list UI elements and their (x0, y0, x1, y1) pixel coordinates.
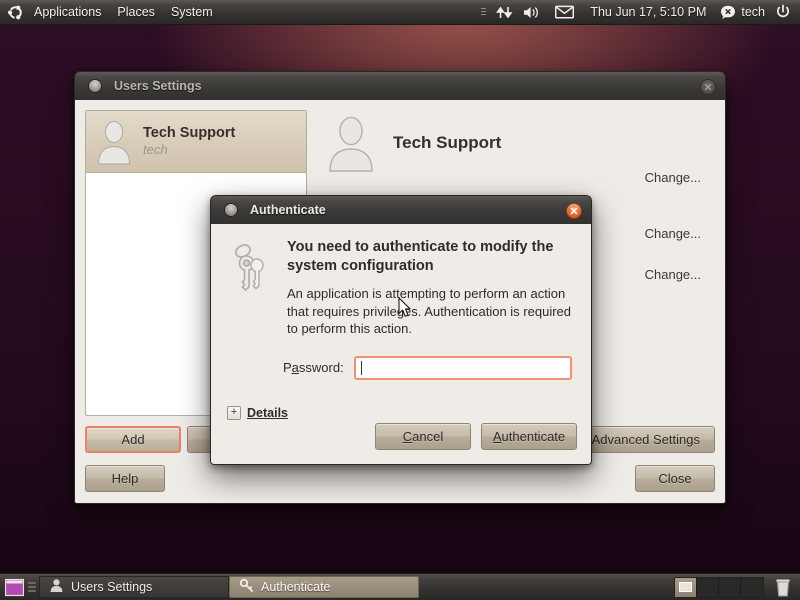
authenticate-dialog: Authenticate You need to authenticate to… (210, 195, 592, 465)
panel-username[interactable]: tech (738, 0, 769, 25)
password-row: Password: (227, 355, 575, 380)
menu-places[interactable]: Places (110, 3, 162, 22)
menu-applications[interactable]: Applications (27, 3, 108, 22)
ubuntu-logo-icon[interactable] (4, 0, 26, 25)
top-panel-tray: Thu Jun 17, 5:10 PM tech (477, 0, 800, 24)
users-window-title: Users Settings (114, 79, 202, 93)
workspace-switcher[interactable] (674, 576, 764, 598)
cancel-button[interactable]: Cancel (375, 423, 471, 450)
user-avatar-icon (94, 119, 134, 165)
add-user-button[interactable]: Add (85, 425, 181, 453)
users-settings-icon (49, 578, 64, 596)
show-desktop-icon[interactable] (3, 576, 25, 598)
panel-grip-icon (477, 0, 490, 25)
auth-dialog-text: You need to authenticate to modify the s… (287, 238, 575, 338)
auth-dialog-title: Authenticate (250, 203, 326, 217)
volume-speaker-icon[interactable] (519, 0, 545, 25)
trash-icon[interactable] (770, 578, 796, 597)
mail-envelope-icon[interactable] (547, 0, 582, 25)
auth-dialog-description: An application is attempting to perform … (287, 286, 571, 336)
workspace-4[interactable] (741, 578, 763, 597)
users-button-row-2: Help Close (85, 463, 715, 493)
key-icon (239, 578, 254, 596)
auth-dialog-buttons: Cancel Authenticate (375, 423, 577, 450)
user-detail-name: Tech Support (393, 133, 502, 152)
password-input[interactable] (353, 355, 572, 380)
desktop: Applications Places System Thu Jun 17, 5… (0, 0, 800, 600)
close-button[interactable]: Close (635, 464, 715, 492)
user-display-name: Tech Support (143, 125, 236, 141)
users-window-titlebar[interactable]: Users Settings (74, 71, 726, 100)
change-account-type-button[interactable]: Change... (645, 226, 701, 241)
taskbar-item-authenticate[interactable]: Authenticate (229, 576, 419, 598)
user-status-icon[interactable] (714, 0, 736, 25)
power-button-icon[interactable] (771, 0, 795, 25)
details-expander[interactable]: + Details (227, 405, 575, 420)
panel-grip-icon (28, 578, 36, 596)
plus-expander-icon[interactable]: + (227, 405, 241, 420)
list-item[interactable]: Tech Support tech (86, 111, 306, 173)
taskbar-item-label: Authenticate (261, 580, 331, 594)
bottom-panel: Users Settings Authenticate (0, 573, 800, 600)
auth-dialog-body: You need to authenticate to modify the s… (210, 224, 592, 465)
advanced-settings-button[interactable]: Advanced Settings (576, 425, 715, 453)
password-label: Password: (283, 360, 344, 375)
auth-dialog-top: You need to authenticate to modify the s… (227, 238, 575, 338)
change-name-button[interactable]: Change... (645, 170, 701, 185)
auth-dialog-heading: You need to authenticate to modify the s… (287, 239, 554, 274)
user-avatar-icon[interactable] (325, 114, 377, 172)
details-label: Details (247, 405, 288, 420)
menu-system[interactable]: System (164, 3, 220, 22)
close-icon[interactable] (566, 203, 582, 219)
user-detail-header: Tech Support (319, 114, 715, 172)
change-password-button[interactable]: Change... (645, 267, 701, 282)
workspace-2[interactable] (697, 577, 719, 597)
help-button[interactable]: Help (85, 464, 165, 492)
workspace-3[interactable] (719, 577, 741, 597)
list-item-text: Tech Support tech (143, 125, 235, 158)
close-icon[interactable] (700, 79, 716, 95)
text-caret (360, 360, 362, 375)
keyring-keys-icon (227, 242, 273, 294)
authenticate-button[interactable]: Authenticate (481, 423, 577, 450)
taskbar-item-users-settings[interactable]: Users Settings (39, 576, 229, 598)
window-menu-icon[interactable] (88, 79, 102, 93)
window-menu-icon[interactable] (224, 203, 238, 217)
workspace-1[interactable] (675, 577, 697, 597)
auth-dialog-titlebar[interactable]: Authenticate (210, 195, 592, 224)
panel-clock[interactable]: Thu Jun 17, 5:10 PM (584, 0, 712, 25)
top-panel-left: Applications Places System (0, 0, 221, 24)
taskbar-item-label: Users Settings (71, 580, 153, 594)
user-login-name: tech (143, 142, 168, 157)
network-updown-icon[interactable] (492, 0, 517, 25)
top-panel: Applications Places System Thu Jun 17, 5… (0, 0, 800, 25)
